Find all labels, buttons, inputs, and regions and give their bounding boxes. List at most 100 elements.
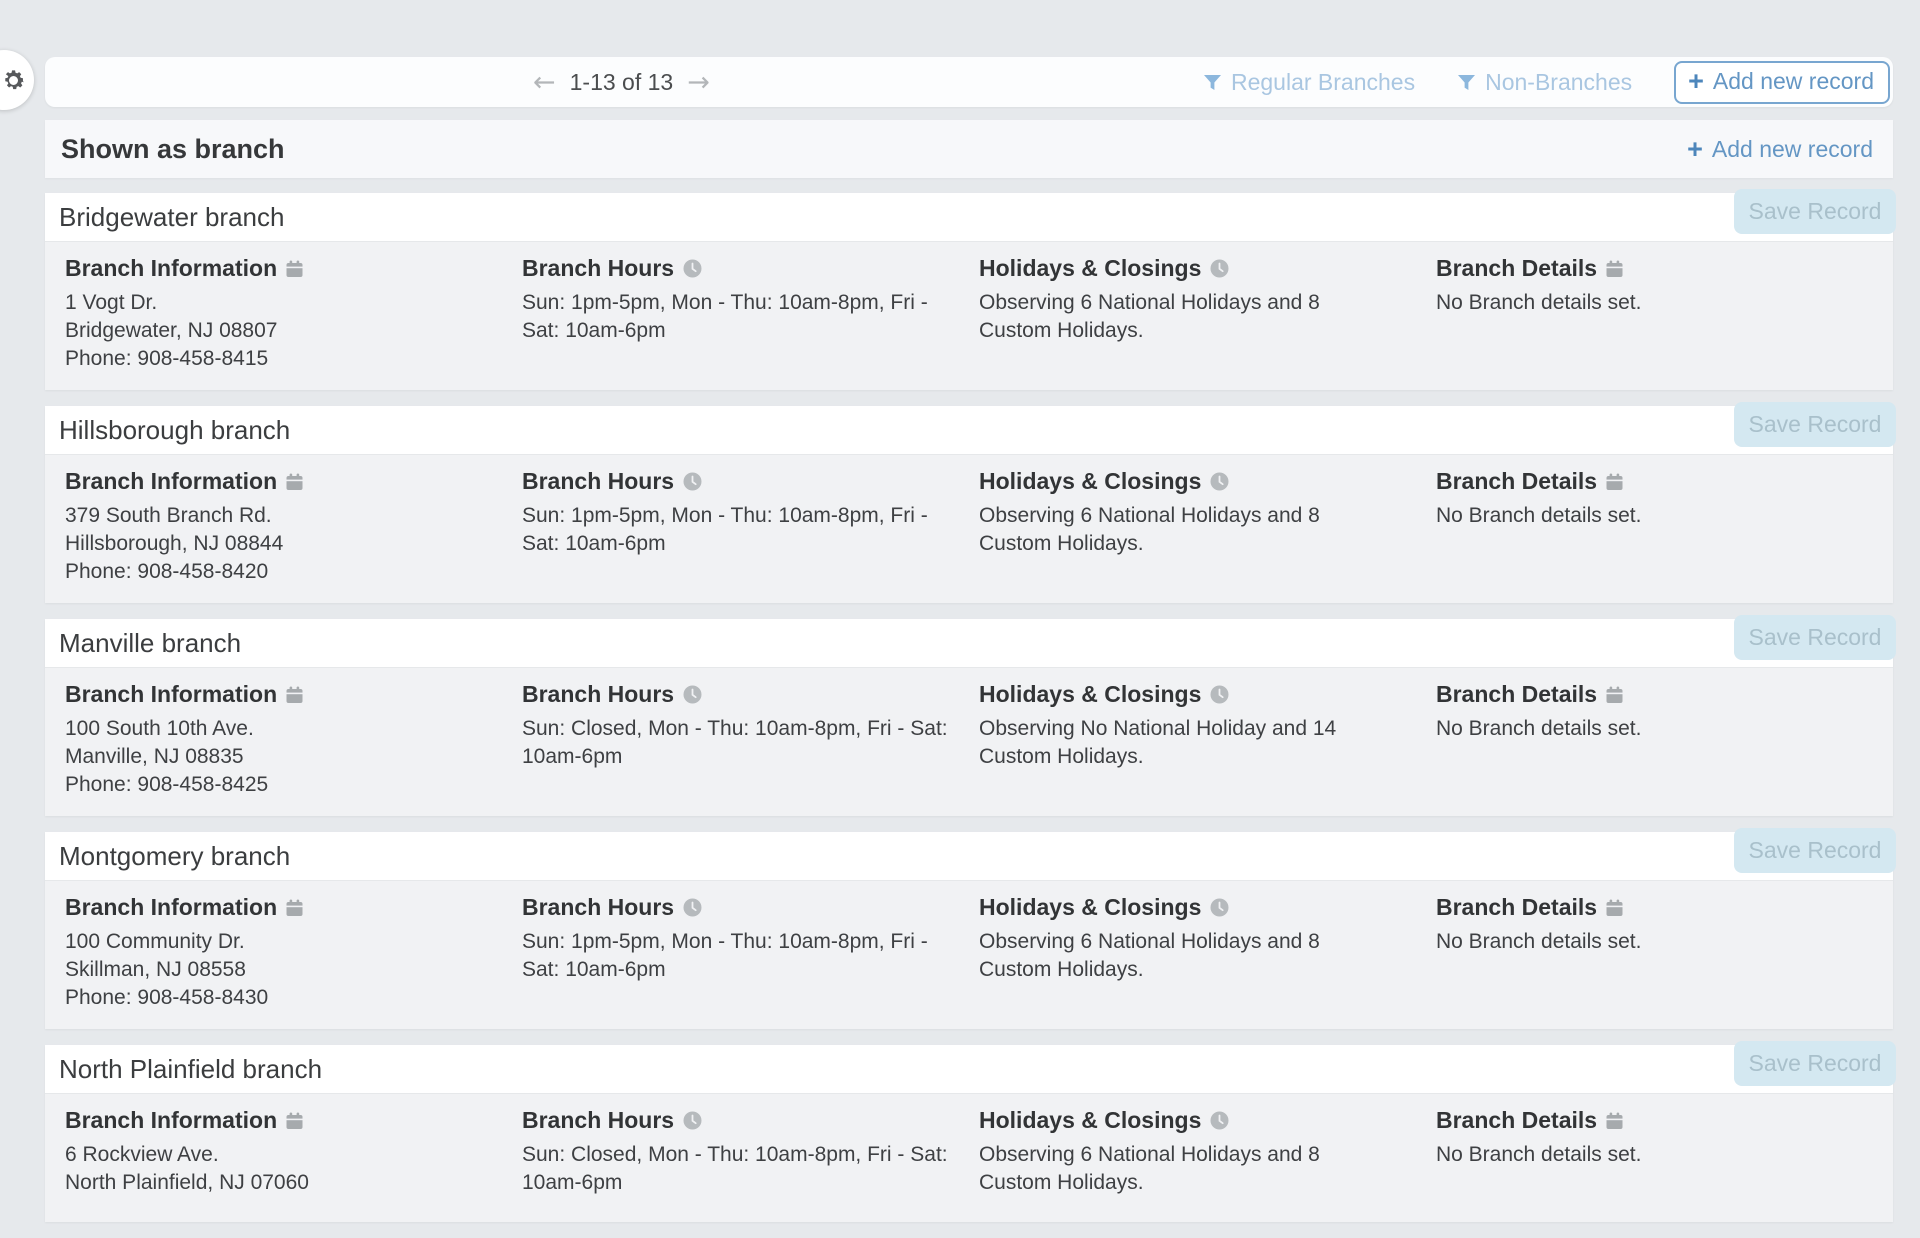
branch-hours-text: Sun: 1pm-5pm, Mon - Thu: 10am-8pm, Fri -… [522, 502, 957, 558]
branch-information-heading-label: Branch Information [65, 681, 277, 708]
branch-information-heading: Branch Information [65, 894, 522, 921]
clock-icon [683, 1111, 702, 1130]
holidays-closings-column: Holidays & Closings Observing 6 National… [979, 468, 1436, 586]
section-add-new-record-link[interactable]: + Add new record [1681, 135, 1879, 164]
branch-card-header: Montgomery branch Save Record [45, 832, 1893, 881]
calendar-icon [1606, 1112, 1623, 1130]
address-line-1: 100 South 10th Ave. [65, 715, 500, 743]
branch-address: 6 Rockview Ave. North Plainfield, NJ 070… [65, 1141, 500, 1197]
branch-phone: Phone: 908-458-8415 [65, 345, 500, 373]
holidays-closings-heading: Holidays & Closings [979, 1107, 1436, 1134]
branch-information-column: Branch Information 6 Rockview Ave. North… [65, 1107, 522, 1205]
branch-hours-heading: Branch Hours [522, 1107, 979, 1134]
branch-hours-heading: Branch Hours [522, 255, 979, 282]
clock-icon [1210, 685, 1229, 704]
clock-icon [1210, 259, 1229, 278]
pagination: ← 1-13 of 13 → [533, 57, 710, 107]
branch-list: Bridgewater branch Save Record Branch In… [45, 193, 1893, 1222]
top-toolbar: ← 1-13 of 13 → Regular Branches Non-Bran… [45, 57, 1893, 107]
previous-page-arrow-icon[interactable]: ← [533, 69, 556, 96]
funnel-icon [1457, 74, 1476, 91]
toolbar-actions: Regular Branches Non-Branches + Add new … [1203, 57, 1890, 107]
holidays-closings-heading: Holidays & Closings [979, 681, 1436, 708]
branch-card-header: Bridgewater branch Save Record [45, 193, 1893, 242]
branch-phone: Phone: 908-458-8430 [65, 984, 500, 1012]
branch-hours-heading: Branch Hours [522, 894, 979, 921]
calendar-icon [1606, 686, 1623, 704]
branch-name: Manville branch [59, 628, 241, 659]
branch-details-column: Branch Details No Branch details set. [1436, 1107, 1893, 1205]
holidays-text: Observing No National Holiday and 14 Cus… [979, 715, 1369, 771]
branch-information-heading: Branch Information [65, 255, 522, 282]
holidays-closings-heading: Holidays & Closings [979, 468, 1436, 495]
holidays-closings-heading-label: Holidays & Closings [979, 894, 1201, 921]
clock-icon [1210, 898, 1229, 917]
settings-button[interactable] [0, 50, 34, 110]
branch-name: Montgomery branch [59, 841, 290, 872]
address-line-2: Hillsborough, NJ 08844 [65, 530, 500, 558]
branch-details-heading: Branch Details [1436, 468, 1893, 495]
holidays-text: Observing 6 National Holidays and 8 Cust… [979, 502, 1369, 558]
holidays-closings-heading-label: Holidays & Closings [979, 681, 1201, 708]
save-record-button[interactable]: Save Record [1734, 402, 1896, 447]
clock-icon [683, 472, 702, 491]
branch-card: Montgomery branch Save Record Branch Inf… [45, 832, 1893, 1029]
branch-hours-column: Branch Hours Sun: 1pm-5pm, Mon - Thu: 10… [522, 894, 979, 1012]
filter-regular-branches-label: Regular Branches [1231, 69, 1415, 96]
branch-information-column: Branch Information 379 South Branch Rd. … [65, 468, 522, 586]
branch-details-column: Branch Details No Branch details set. [1436, 894, 1893, 1012]
branch-details-heading-label: Branch Details [1436, 255, 1597, 282]
holidays-closings-column: Holidays & Closings Observing 6 National… [979, 894, 1436, 1012]
branch-hours-heading-label: Branch Hours [522, 255, 674, 282]
section-add-new-record-label: Add new record [1712, 136, 1873, 163]
branch-card-header: Manville branch Save Record [45, 619, 1893, 668]
branch-information-heading: Branch Information [65, 468, 522, 495]
branch-details-text: No Branch details set. [1436, 1141, 1871, 1169]
plus-icon: + [1687, 136, 1703, 163]
branch-name: Hillsborough branch [59, 415, 290, 446]
clock-icon [683, 898, 702, 917]
branch-card: Bridgewater branch Save Record Branch In… [45, 193, 1893, 390]
branch-details-heading-label: Branch Details [1436, 681, 1597, 708]
branch-details-heading: Branch Details [1436, 1107, 1893, 1134]
branch-information-column: Branch Information 100 Community Dr. Ski… [65, 894, 522, 1012]
holidays-closings-column: Holidays & Closings Observing 6 National… [979, 1107, 1436, 1205]
filter-non-branches[interactable]: Non-Branches [1457, 69, 1632, 96]
address-line-1: 379 South Branch Rd. [65, 502, 500, 530]
next-page-arrow-icon[interactable]: → [687, 69, 710, 96]
branch-details-column: Branch Details No Branch details set. [1436, 468, 1893, 586]
calendar-icon [1606, 899, 1623, 917]
branch-hours-text: Sun: Closed, Mon - Thu: 10am-8pm, Fri - … [522, 1141, 957, 1197]
gear-icon [0, 67, 27, 94]
add-new-record-button[interactable]: + Add new record [1674, 61, 1890, 104]
branch-hours-column: Branch Hours Sun: Closed, Mon - Thu: 10a… [522, 1107, 979, 1205]
branch-hours-text: Sun: Closed, Mon - Thu: 10am-8pm, Fri - … [522, 715, 957, 771]
branch-hours-column: Branch Hours Sun: 1pm-5pm, Mon - Thu: 10… [522, 255, 979, 373]
branch-information-heading-label: Branch Information [65, 468, 277, 495]
branch-details-column: Branch Details No Branch details set. [1436, 255, 1893, 373]
save-record-button[interactable]: Save Record [1734, 828, 1896, 873]
branch-information-column: Branch Information 1 Vogt Dr. Bridgewate… [65, 255, 522, 373]
branch-details-heading-label: Branch Details [1436, 894, 1597, 921]
branch-hours-heading-label: Branch Hours [522, 1107, 674, 1134]
branch-details-text: No Branch details set. [1436, 502, 1871, 530]
save-record-button[interactable]: Save Record [1734, 1041, 1896, 1086]
clipboard-icon [286, 260, 303, 278]
clock-icon [683, 259, 702, 278]
branch-address: 379 South Branch Rd. Hillsborough, NJ 08… [65, 502, 500, 586]
pagination-label: 1-13 of 13 [570, 69, 674, 96]
branch-details-text: No Branch details set. [1436, 289, 1871, 317]
address-line-1: 6 Rockview Ave. [65, 1141, 500, 1169]
branch-information-column: Branch Information 100 South 10th Ave. M… [65, 681, 522, 799]
branch-details-heading: Branch Details [1436, 894, 1893, 921]
save-record-button[interactable]: Save Record [1734, 615, 1896, 660]
address-line-2: North Plainfield, NJ 07060 [65, 1169, 500, 1197]
branch-card-body: Branch Information 1 Vogt Dr. Bridgewate… [45, 242, 1893, 390]
plus-icon: + [1688, 68, 1704, 95]
filter-regular-branches[interactable]: Regular Branches [1203, 69, 1415, 96]
address-line-2: Manville, NJ 08835 [65, 743, 500, 771]
save-record-button[interactable]: Save Record [1734, 189, 1896, 234]
branch-phone: Phone: 908-458-8425 [65, 771, 500, 799]
branch-hours-column: Branch Hours Sun: 1pm-5pm, Mon - Thu: 10… [522, 468, 979, 586]
holidays-text: Observing 6 National Holidays and 8 Cust… [979, 1141, 1369, 1197]
